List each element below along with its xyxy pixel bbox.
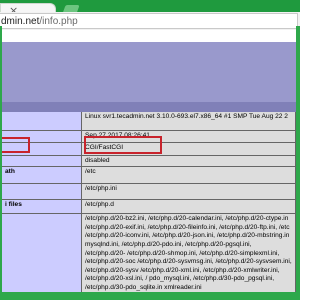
table-row: ath /etc — [2, 167, 296, 185]
table-row: Linux svr1.tecadmin.net 3.10.0-693.el7.x… — [2, 112, 296, 131]
row-key — [2, 184, 82, 201]
address-bar[interactable]: dmin.net/info.php — [0, 13, 298, 29]
row-value: /etc — [82, 167, 296, 185]
highlight-box-key — [2, 137, 30, 153]
browser-frame-bottom — [0, 292, 300, 300]
url-path: /info.php — [39, 16, 78, 27]
row-value: Linux svr1.tecadmin.net 3.10.0-693.el7.x… — [82, 112, 296, 131]
table-row: /etc/php.d/20-bz2.ini, /etc/php.d/20-cal… — [2, 214, 296, 292]
phpinfo-page: Linux svr1.tecadmin.net 3.10.0-693.el7.x… — [2, 30, 296, 292]
row-key — [2, 214, 82, 292]
browser-frame-right — [296, 26, 300, 296]
row-key — [2, 112, 82, 131]
row-value: disabled — [82, 155, 296, 168]
row-value: /etc/php.d/20-bz2.ini, /etc/php.d/20-cal… — [82, 214, 296, 292]
address-url: dmin.net/info.php — [1, 15, 78, 28]
highlight-box-value — [84, 136, 162, 154]
row-key — [2, 155, 82, 168]
row-value: /etc/php.d — [82, 200, 296, 215]
table-row: i files /etc/php.d — [2, 200, 296, 215]
table-row: disabled — [2, 155, 296, 168]
table-row: /etc/php.ini — [2, 184, 296, 201]
row-key: ath — [2, 167, 82, 185]
row-key: i files — [2, 200, 82, 215]
url-domain: dmin.net — [1, 16, 40, 27]
phpinfo-header-banner — [2, 42, 296, 102]
row-value: /etc/php.ini — [82, 184, 296, 201]
